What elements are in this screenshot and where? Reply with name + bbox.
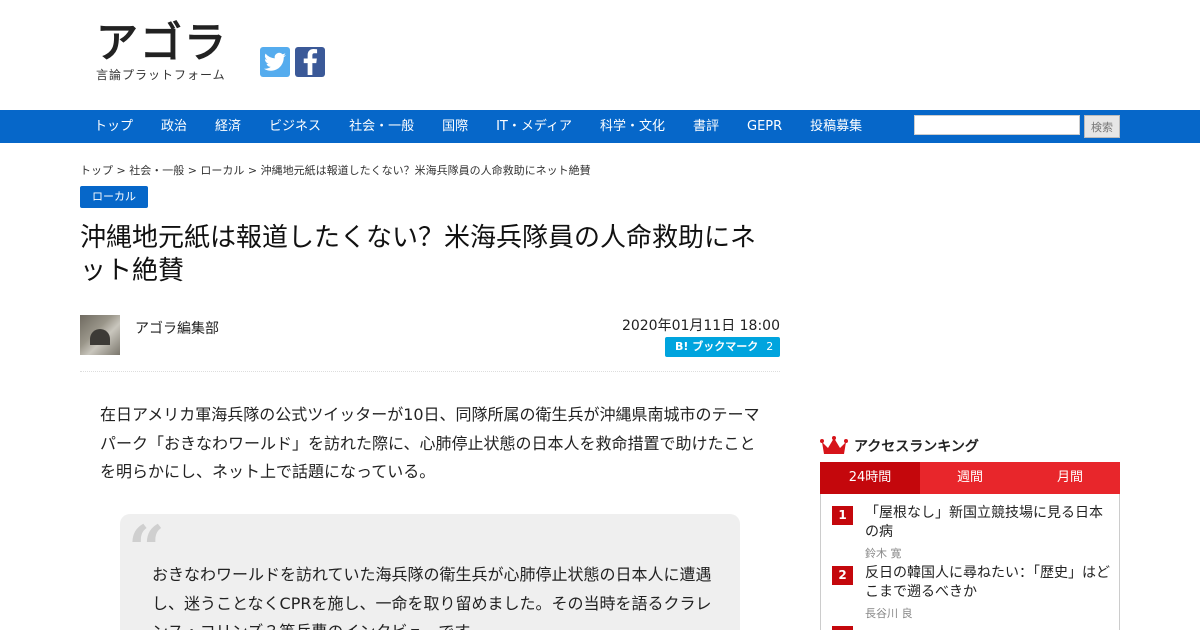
article-title: 沖縄地元紙は報道したくない？米海兵隊員の人命救助にネット絶賛	[80, 223, 757, 286]
logo-main-text: アゴラ	[96, 18, 229, 67]
rank-author: 長谷川 良	[865, 607, 913, 620]
ranking-title: アクセスランキング	[854, 439, 979, 455]
nav-item-contribute[interactable]: 投稿募集	[796, 110, 876, 143]
rank-author: 鈴木 寛	[865, 547, 902, 560]
nav-item-business[interactable]: ビジネス	[255, 110, 335, 143]
category-badge[interactable]: ローカル	[80, 186, 148, 208]
rank-number: 2	[832, 566, 853, 585]
nav-item-books[interactable]: 書評	[679, 110, 733, 143]
quote-text: おきなわワールドを訪れていた海兵隊の衛生兵が心肺停止状態の日本人に遭遇し、迷うこ…	[152, 565, 712, 630]
article-paragraph: 在日アメリカ軍海兵隊の公式ツイッターが10日、同隊所属の衛生兵が沖縄県南城市のテ…	[100, 405, 760, 481]
hatena-bookmark-label: B! ブックマーク	[675, 340, 759, 353]
nav-item-economy[interactable]: 経済	[201, 110, 255, 143]
twitter-icon	[264, 52, 286, 71]
search-button[interactable]: 検索	[1084, 115, 1120, 138]
nav-item-science[interactable]: 科学・文化	[586, 110, 679, 143]
rank-title[interactable]: 反日の韓国人に尋ねたい：「歴史」はどこまで遡るべきか	[865, 564, 1110, 602]
tab-24h[interactable]: 24時間	[820, 462, 920, 494]
nav-item-it-media[interactable]: IT・メディア	[482, 110, 586, 143]
rank-number: 3	[832, 626, 853, 630]
logo-sub-text: 言論プラットフォーム	[96, 68, 226, 82]
nav-item-international[interactable]: 国際	[428, 110, 482, 143]
hatena-bookmark-button[interactable]: B! ブックマーク 2	[665, 337, 780, 357]
quote-block: “ おきなわワールドを訪れていた海兵隊の衛生兵が心肺停止状態の日本人に遭遇し、迷…	[120, 514, 740, 630]
crown-icon	[820, 436, 848, 454]
twitter-button[interactable]	[260, 47, 290, 77]
social-links	[260, 47, 325, 77]
publish-date: 2020年01月11日 18:00	[621, 318, 780, 334]
facebook-button[interactable]	[295, 47, 325, 77]
nav-item-top[interactable]: トップ	[80, 110, 147, 143]
ranking-tabs: 24時間 週間 月間	[820, 462, 1120, 494]
site-logo[interactable]: アゴラ 言論プラットフォーム	[96, 20, 228, 83]
breadcrumb[interactable]: トップ > 社会・一般 > ローカル > 沖縄地元紙は報道したくない？米海兵隊員…	[80, 162, 591, 178]
author-avatar[interactable]	[80, 315, 120, 355]
nav-item-society[interactable]: 社会・一般	[335, 110, 428, 143]
divider	[80, 371, 780, 372]
ranking-header: アクセスランキング	[820, 436, 979, 456]
nav-items: トップ 政治 経済 ビジネス 社会・一般 国際 IT・メディア 科学・文化 書評…	[80, 110, 876, 143]
nav-item-politics[interactable]: 政治	[147, 110, 201, 143]
facebook-icon	[303, 49, 318, 75]
tab-weekly[interactable]: 週間	[920, 462, 1020, 494]
site-header: アゴラ 言論プラットフォーム	[0, 0, 1200, 110]
author-name[interactable]: アゴラ編集部	[135, 318, 219, 338]
hatena-bookmark-count: 2	[766, 340, 774, 353]
search-form: 検索	[914, 115, 1120, 138]
rank-number: 1	[832, 506, 853, 525]
search-input[interactable]	[914, 115, 1080, 135]
nav-item-gepr[interactable]: GEPR	[733, 110, 796, 143]
rank-title[interactable]: 「屋根なし」新国立競技場に見る日本の病	[865, 504, 1110, 542]
tab-monthly[interactable]: 月間	[1020, 462, 1120, 494]
ranking-list: 1 「屋根なし」新国立競技場に見る日本の病 鈴木 寛 2 反日の韓国人に尋ねたい…	[820, 494, 1120, 630]
